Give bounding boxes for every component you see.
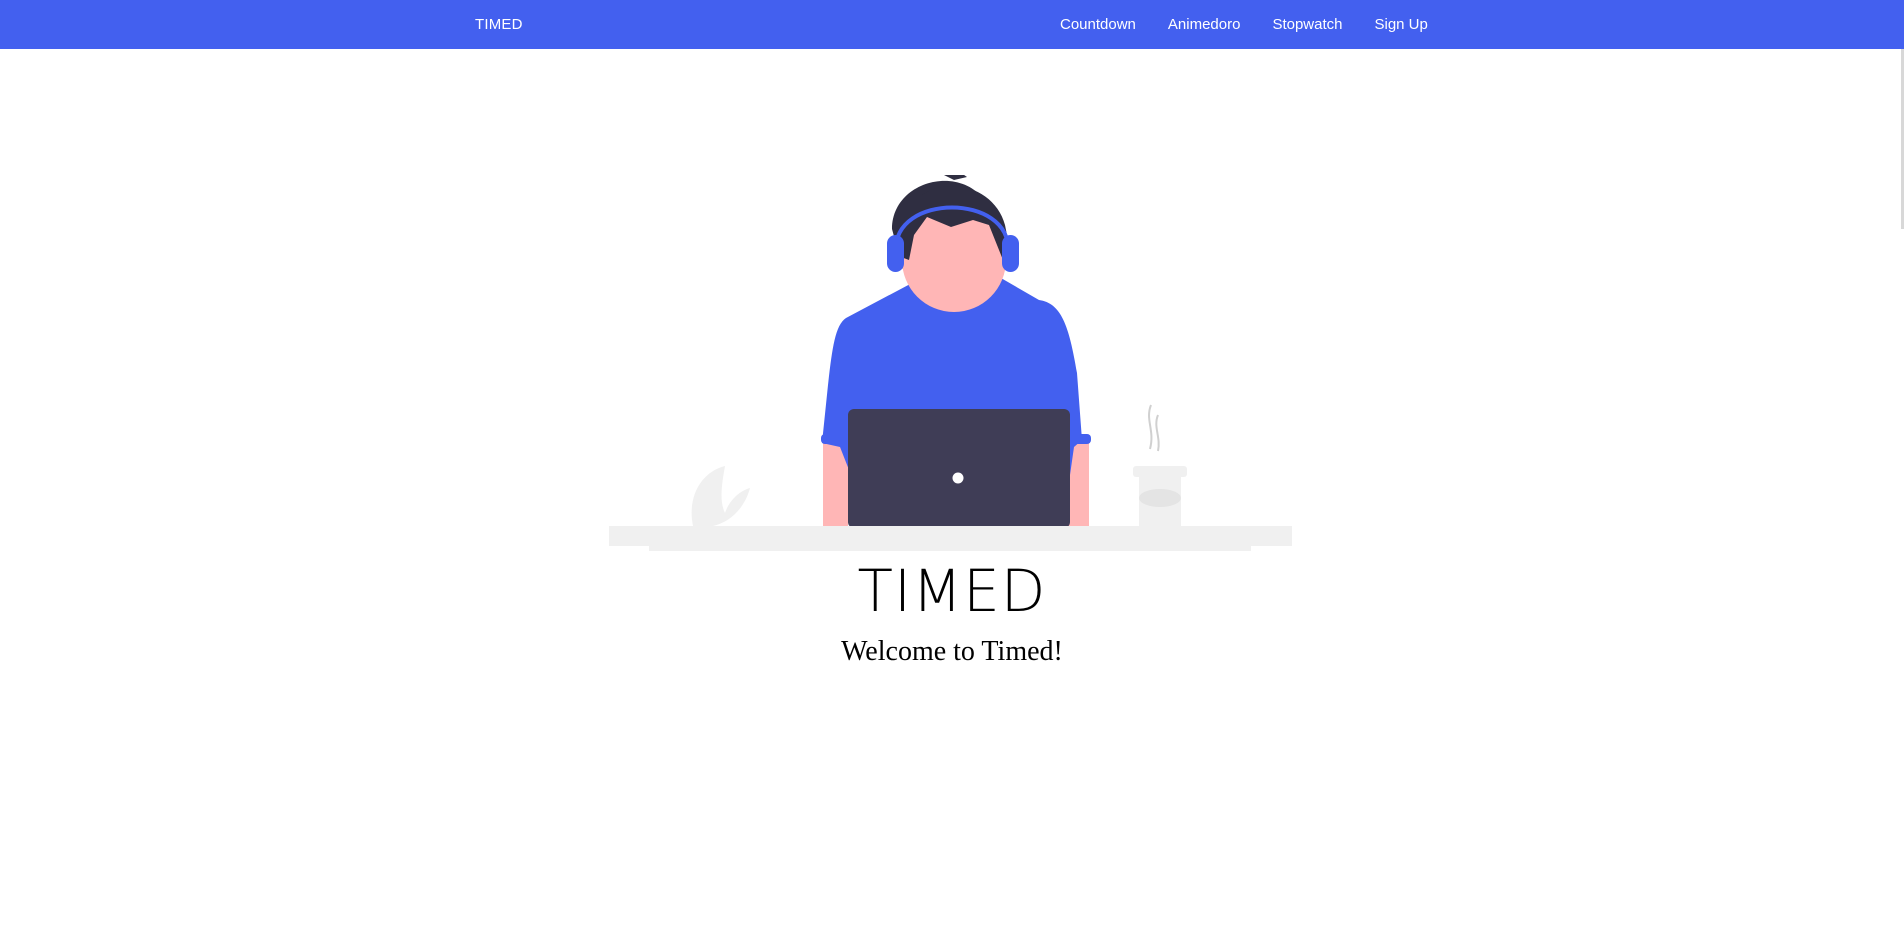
navbar: TIMED Countdown Animedoro Stopwatch Sign… <box>0 0 1904 49</box>
nav-link-stopwatch[interactable]: Stopwatch <box>1272 16 1342 33</box>
nav-link-countdown[interactable]: Countdown <box>1060 16 1136 33</box>
plant-icon <box>691 466 750 526</box>
desk <box>609 526 1292 551</box>
hero-subtitle: Welcome to Timed! <box>841 636 1063 667</box>
brand-link[interactable]: TIMED <box>475 0 523 49</box>
coffee-cup-icon <box>1133 404 1187 527</box>
page-scrollbar[interactable] <box>1900 49 1904 936</box>
laptop-icon <box>848 409 1070 528</box>
nav-links: Countdown Animedoro Stopwatch Sign Up <box>1060 0 1460 49</box>
nav-link-sign-up[interactable]: Sign Up <box>1374 16 1427 33</box>
hero-title: TIMED <box>857 557 1047 625</box>
person-with-headphones-at-laptop-illustration <box>609 175 1292 551</box>
nav-link-animedoro[interactable]: Animedoro <box>1168 16 1241 33</box>
